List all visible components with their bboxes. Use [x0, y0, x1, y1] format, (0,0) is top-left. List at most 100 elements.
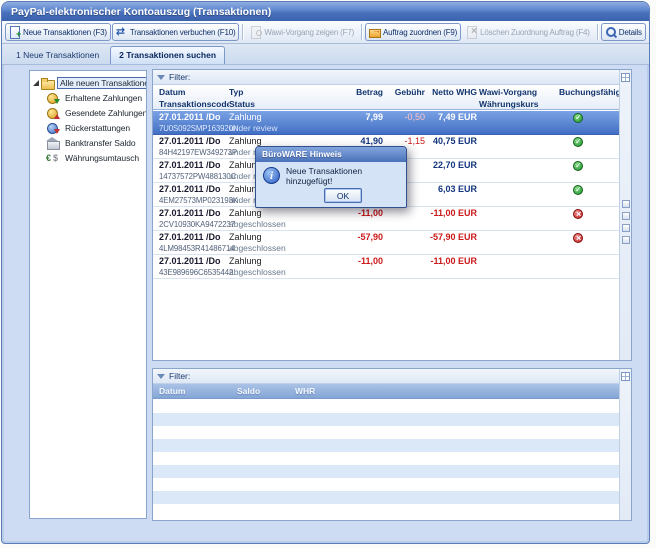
- cell-datum: 27.01.2011 /Do: [159, 111, 229, 124]
- column-header-line2: Status: [229, 98, 335, 109]
- transaction-row-line1: 27.01.2011 /DoZahlung7,99-0,507,49 EUR: [153, 111, 619, 124]
- rail-tool-icon[interactable]: [622, 236, 630, 244]
- tree-item-label: Gesendete Zahlungen: [62, 107, 147, 119]
- cell-buchungsfaehig: [559, 255, 619, 268]
- tree-item-gesendete-zahlungen[interactable]: Gesendete Zahlungen: [30, 105, 146, 120]
- column-header-netto-whg[interactable]: Netto WHG: [427, 85, 479, 109]
- rail-tool-icon[interactable]: [622, 224, 630, 232]
- tree-item-alle-neuen-transaktionen[interactable]: Alle neuen Transaktionen: [30, 75, 146, 90]
- transaction-row-line2: 7U0S092SMP163920Nunder review: [153, 124, 619, 134]
- grid-icon[interactable]: [621, 73, 630, 82]
- cell-status: abgeschlossen: [229, 244, 335, 254]
- transaction-row[interactable]: 27.01.2011 /DoZahlung-11,00-11,00 EUR2CV…: [153, 207, 619, 231]
- content-area: Alle neuen Transaktionen Erhaltene Zahlun…: [2, 65, 649, 543]
- ok-button[interactable]: OK: [324, 188, 362, 203]
- column-header-datum[interactable]: DatumTransaktionscode: [159, 85, 229, 109]
- tree-item-label: Alle neuen Transaktionen: [57, 77, 147, 89]
- transaction-row[interactable]: 27.01.2011 /DoZahlung7,99-0,507,49 EUR7U…: [153, 111, 619, 135]
- expander-icon[interactable]: [33, 80, 39, 86]
- tree-item-währungsumtausch[interactable]: Währungsumtausch: [30, 150, 146, 165]
- rail-tools: [620, 200, 631, 244]
- details-button[interactable]: Details: [601, 23, 646, 41]
- cell-datum: 27.01.2011 /Do: [159, 183, 229, 196]
- cell-buchungsfaehig: [559, 207, 619, 220]
- tree-item-label: Währungsumtausch: [62, 152, 142, 164]
- cell-betrag: -57,90: [335, 231, 385, 244]
- filter-label: Filter:: [169, 72, 190, 82]
- cell-gebuehr: [385, 207, 427, 220]
- app-window: PayPal-elektronischer Kontoauszug (Trans…: [1, 1, 650, 544]
- toolbar-button-label: Transaktionen verbuchen (F10): [130, 28, 236, 37]
- info-icon: [263, 167, 280, 184]
- bank-icon: [46, 137, 60, 149]
- column-header-betrag[interactable]: Betrag: [335, 85, 385, 109]
- cell-gebuehr: -0,50: [385, 111, 427, 124]
- tree-item-label: Erhaltene Zahlungen: [62, 92, 145, 104]
- cell-buchungsfaehig: [559, 111, 619, 124]
- column-header-gebühr[interactable]: Gebühr: [385, 85, 427, 109]
- cell-status: abgeschlossen: [229, 220, 335, 230]
- titlebar[interactable]: PayPal-elektronischer Kontoauszug (Trans…: [2, 2, 649, 21]
- tab-2[interactable]: 2 Transaktionen suchen: [110, 46, 225, 64]
- transaction-row-line1: 27.01.2011 /DoZahlung-57,90-57,90 EUR: [153, 231, 619, 244]
- new-transactions-button[interactable]: Neue Transaktionen (F3): [5, 23, 111, 41]
- transaction-row-line1: 27.01.2011 /DoZahlung-11,00-11,00 EUR: [153, 207, 619, 220]
- post-transactions-icon: [116, 26, 128, 39]
- cell-transaktionscode: 43E989696C6535442: [159, 268, 229, 278]
- delete-assignment-icon: [466, 26, 478, 39]
- column-header-buchungsfähig[interactable]: Buchungsfähig: [559, 85, 619, 109]
- transaction-row-line1: 27.01.2011 /DoZahlung-11,00-11,00 EUR: [153, 255, 619, 268]
- cell-buchungsfaehig: [559, 231, 619, 244]
- side-rail: [619, 369, 631, 520]
- column-header-line2: Währungskurs: [479, 98, 559, 109]
- dialog-message: Neue Transaktionen hinzugefügt!: [286, 166, 400, 186]
- table-header: DatumTransaktionscodeTypStatusBetragGebü…: [153, 85, 619, 110]
- rail-tool-icon[interactable]: [622, 212, 630, 220]
- cell-betrag: -11,00: [335, 207, 385, 220]
- grid-icon[interactable]: [621, 372, 630, 381]
- saldo-column-header-saldo[interactable]: Saldo: [237, 384, 295, 399]
- show-wawi-icon: [250, 26, 262, 39]
- assign-order-button[interactable]: Auftrag zuordnen (F9): [365, 23, 461, 41]
- filter-row: Filter:: [153, 369, 619, 384]
- saldo-column-header-datum[interactable]: Datum: [159, 384, 237, 399]
- toolbar-button-label: Neue Transaktionen (F3): [23, 28, 107, 37]
- hinweis-dialog: BüroWARE Hinweis Neue Transaktionen hinz…: [255, 146, 407, 208]
- cell-buchungsfaehig: [559, 135, 619, 148]
- transaction-row-line2: 4LM98453R41486714abgeschlossen: [153, 244, 619, 254]
- transaction-row[interactable]: 27.01.2011 /DoZahlung-57,90-57,90 EUR4LM…: [153, 231, 619, 255]
- blocked-icon: [573, 209, 583, 219]
- sent-icon: [46, 107, 60, 119]
- blocked-icon: [573, 233, 583, 243]
- cell-netto: 7,49 EUR: [427, 111, 479, 124]
- saldo-column-header-whr[interactable]: WHR: [295, 384, 355, 399]
- empty-row: [153, 504, 619, 517]
- transaction-tree: Alle neuen Transaktionen Erhaltene Zahlun…: [29, 70, 147, 519]
- column-header-line1: Netto WHG: [427, 86, 477, 98]
- check-icon: [573, 113, 583, 123]
- toolbar-separator: [242, 24, 243, 40]
- filter-icon: [157, 75, 165, 80]
- tree-item-erhaltene-zahlungen[interactable]: Erhaltene Zahlungen: [30, 90, 146, 105]
- column-header-typ[interactable]: TypStatus: [229, 85, 335, 109]
- transaction-row[interactable]: 27.01.2011 /DoZahlung-11,00-11,00 EUR43E…: [153, 255, 619, 279]
- post-transactions-button[interactable]: Transaktionen verbuchen (F10): [112, 23, 240, 41]
- rail-tool-icon[interactable]: [622, 200, 630, 208]
- cell-netto: -11,00 EUR: [427, 207, 479, 220]
- empty-row: [153, 465, 619, 478]
- check-icon: [573, 161, 583, 171]
- filter-label: Filter:: [169, 371, 190, 381]
- tree-item-banktransfer-saldo[interactable]: Banktransfer Saldo: [30, 135, 146, 150]
- cell-gebuehr: [385, 231, 427, 244]
- column-header-wawi-vorgang[interactable]: Wawi-VorgangWährungskurs: [479, 85, 559, 109]
- saldo-panel: Filter: DatumSaldoWHR: [152, 368, 632, 521]
- tree-item-rückerstattungen[interactable]: Rückerstattungen: [30, 120, 146, 135]
- cell-netto: 40,75 EUR: [427, 135, 479, 148]
- cell-datum: 27.01.2011 /Do: [159, 159, 229, 172]
- filter-row: Filter:: [153, 70, 619, 85]
- tab-1[interactable]: 1 Neue Transaktionen: [7, 46, 108, 64]
- dialog-title[interactable]: BüroWARE Hinweis: [256, 147, 406, 162]
- show-wawi-button: Wawi-Vorgang zeigen (F7): [246, 23, 358, 41]
- transaction-row-line2: 2CV10930KA9472237abgeschlossen: [153, 220, 619, 230]
- transactions-panel: Filter: DatumTransaktionscodeTypStatusBe…: [152, 69, 632, 361]
